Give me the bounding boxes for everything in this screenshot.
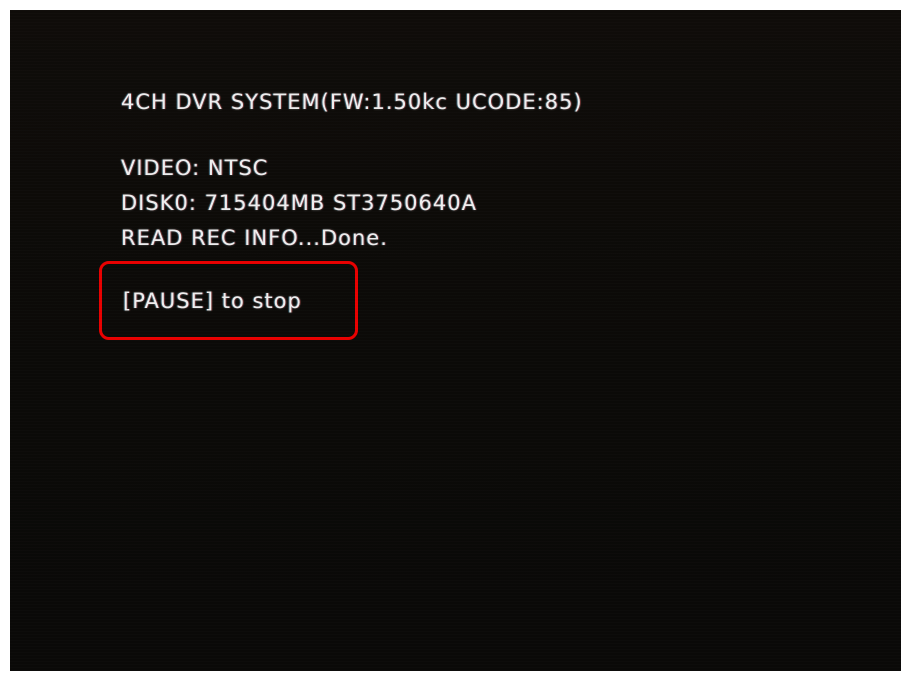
highlight-annotation — [99, 261, 358, 340]
video-standard: VIDEO: NTSC — [121, 156, 269, 180]
disk-info: DISK0: 715404MB ST3750640A — [121, 191, 477, 215]
read-rec-info-status: READ REC INFO...Done. — [121, 226, 388, 250]
dvr-boot-screen: 4CH DVR SYSTEM(FW:1.50kc UCODE:85) VIDEO… — [10, 10, 901, 671]
dvr-screen-frame: 4CH DVR SYSTEM(FW:1.50kc UCODE:85) VIDEO… — [10, 10, 901, 671]
system-title: 4CH DVR SYSTEM(FW:1.50kc UCODE:85) — [121, 90, 583, 114]
